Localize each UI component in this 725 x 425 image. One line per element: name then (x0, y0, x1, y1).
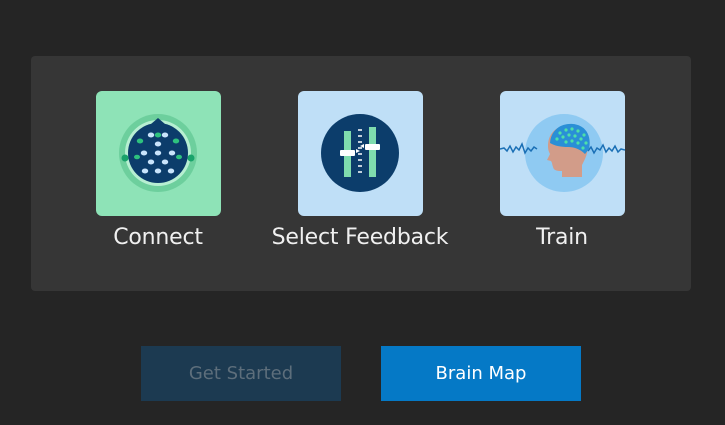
brain-map-button[interactable]: Brain Map (381, 346, 581, 401)
app-window: Connect Select Feedback Train Get Starte… (0, 0, 725, 425)
steps-panel: Connect Select Feedback Train (31, 56, 691, 291)
step-label-connect: Connect (113, 225, 203, 250)
step-label-train: Train (536, 225, 588, 250)
connect-tile[interactable] (95, 91, 221, 216)
step-train[interactable]: Train (462, 91, 662, 250)
get-started-button[interactable]: Get Started (141, 346, 341, 401)
select-feedback-tile[interactable] (297, 91, 423, 216)
eeg-headset-icon (95, 91, 221, 216)
step-label-select-feedback: Select Feedback (271, 225, 449, 250)
step-connect[interactable]: Connect (58, 91, 258, 250)
step-select-feedback[interactable]: Select Feedback (260, 91, 460, 250)
head-eeg-cap-icon (499, 91, 625, 216)
train-tile[interactable] (499, 91, 625, 216)
sliders-icon (297, 91, 423, 216)
